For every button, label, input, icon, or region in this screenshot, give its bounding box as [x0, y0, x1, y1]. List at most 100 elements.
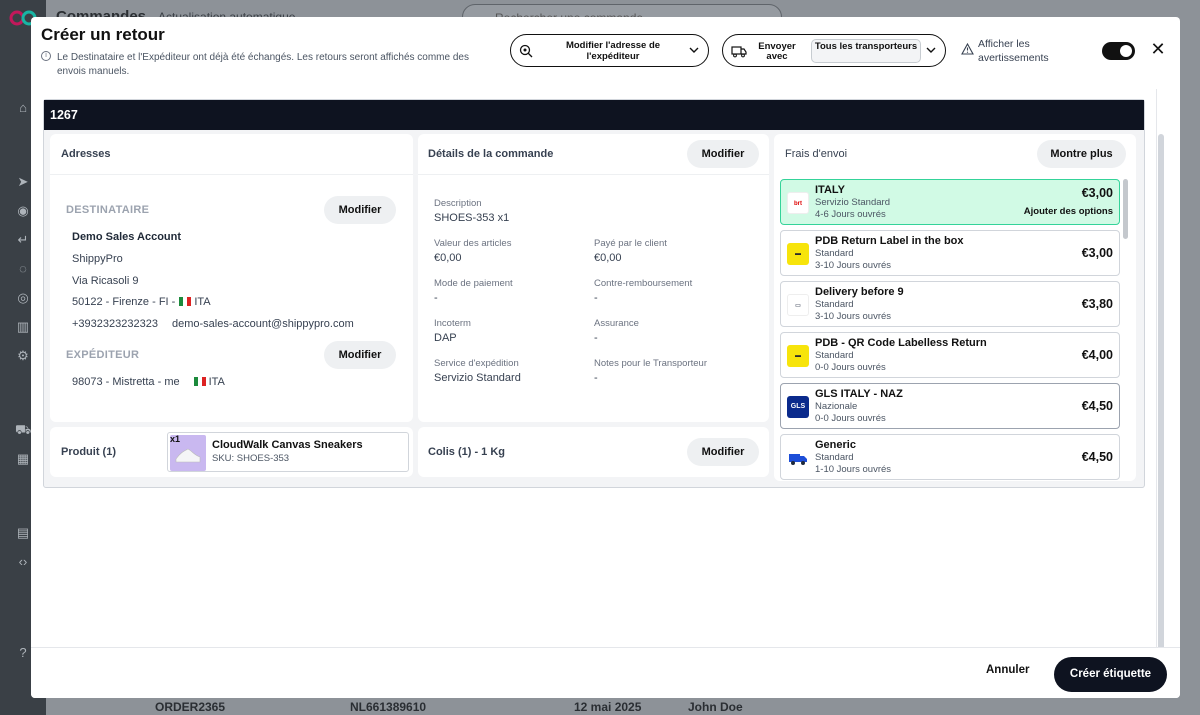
modify-address-label: Modifier l'adresse de l'expéditeur [565, 40, 661, 62]
carrier-days: 0-0 Jours ouvrés [815, 362, 886, 373]
carrier-name: GLS ITALY - NAZ [815, 388, 903, 400]
parcels-panel: Colis (1) - 1 Kg Modifier [418, 427, 769, 477]
carrier-service: Standard [815, 452, 854, 463]
carrier-service: Standard [815, 248, 854, 259]
code-icon[interactable]: ‹› [15, 554, 31, 570]
location-icon[interactable]: ◉ [15, 203, 31, 219]
info-text: Le Destinataire et l'Expéditeur ont déjà… [57, 52, 469, 77]
italy-flag-icon [179, 297, 192, 306]
modify-parcels-button[interactable]: Modifier [687, 438, 759, 466]
modal-content: 1267 Adresses DESTINATAIRE Modifier Demo… [31, 89, 1180, 654]
cod-value: - [594, 292, 598, 304]
gls-logo-icon: GLS [787, 396, 809, 418]
recipient-city: 50122 - Firenze - FI - [72, 296, 176, 308]
carrier-name: PDB Return Label in the box [815, 235, 964, 247]
carrier-price: €3,80 [1081, 297, 1113, 311]
modify-order-details-button[interactable]: Modifier [687, 140, 759, 168]
carrier-option[interactable]: brt ITALY Servizio Standard 4-6 Jours ou… [780, 179, 1120, 225]
create-return-modal: Créer un retour i Le Destinataire et l'E… [31, 17, 1180, 698]
bg-customer: John Doe [688, 700, 743, 714]
insurance-label: Assurance [594, 318, 639, 329]
carrier-option[interactable]: Generic Standard 1-10 Jours ouvrés €4,50 [780, 434, 1120, 480]
send-with-label: Envoyer avec [758, 41, 796, 62]
tracking-icon[interactable]: ◎ [15, 290, 31, 306]
location-pin-icon [519, 44, 533, 58]
sender-city: 98073 - Mistretta - me [72, 376, 180, 388]
help-icon[interactable]: ? [15, 645, 31, 661]
create-label-button[interactable]: Créer étiquette [1054, 657, 1167, 692]
carrier-select-value[interactable]: Tous les transporteurs [811, 39, 921, 63]
cancel-button[interactable]: Annuler [986, 664, 1029, 676]
recipient-street: Via Ricasoli 9 [72, 275, 139, 287]
sender-label: EXPÉDITEUR [66, 349, 140, 361]
return-icon[interactable]: ↵ [15, 232, 31, 248]
send-icon[interactable]: ➤ [15, 174, 31, 190]
paid-by-client-label: Payé par le client [594, 238, 667, 249]
carrier-days: 3-10 Jours ouvrés [815, 311, 892, 322]
show-warnings-label: Afficher les avertissements [978, 38, 1049, 64]
carrier-service: Nazionale [815, 401, 858, 412]
carrier-notes-label: Notes pour le Transporteur [594, 358, 708, 369]
addresses-header: Adresses [61, 148, 111, 160]
add-options-link[interactable]: Ajouter des options [1024, 206, 1113, 217]
send-with-dropdown[interactable]: Envoyer avec Tous les transporteurs [722, 34, 946, 67]
truck-logo-icon [787, 447, 809, 469]
payment-mode-label: Mode de paiement [434, 278, 513, 289]
items-value-label: Valeur des articles [434, 238, 512, 249]
carrier-days: 4-6 Jours ouvrés [815, 209, 886, 220]
truck-icon[interactable]: ⛟ [15, 422, 31, 438]
chevron-down-icon [689, 47, 699, 53]
poste-logo-icon: ▬ [787, 345, 809, 367]
close-icon[interactable]: ✕ [1150, 40, 1166, 58]
carrier-option[interactable]: GLS GLS ITALY - NAZ Nazionale 0-0 Jours … [780, 383, 1120, 429]
parcels-header: Colis (1) - 1 Kg [428, 446, 506, 458]
carrier-service: Standard [815, 350, 854, 361]
paid-by-client-value: €0,00 [594, 252, 622, 264]
scrollbar-thumb[interactable] [1158, 134, 1164, 654]
info-icon: i [41, 51, 51, 61]
home-icon[interactable]: ⌂ [15, 100, 31, 116]
show-warnings: Afficher les avertissements [959, 36, 1099, 66]
brt-logo-icon: brt [787, 192, 809, 214]
drop-icon[interactable]: ◌ [15, 261, 31, 277]
recipient-email: demo-sales-account@shippypro.com [172, 318, 354, 330]
bg-order-id: ORDER2365 [155, 700, 226, 714]
analytics-icon[interactable]: ▥ [15, 319, 31, 335]
modify-recipient-button[interactable]: Modifier [324, 196, 396, 224]
chevron-down-icon [926, 47, 936, 53]
show-more-button[interactable]: Montre plus [1037, 140, 1126, 168]
settings-icon[interactable]: ⚙ [15, 348, 31, 364]
italy-flag-icon [193, 377, 206, 386]
carrier-option[interactable]: ▭ Delivery before 9 Standard 3-10 Jours … [780, 281, 1120, 327]
carrier-days: 0-0 Jours ouvrés [815, 413, 886, 424]
carrier-option[interactable]: ▬ PDB Return Label in the box Standard 3… [780, 230, 1120, 276]
incoterm-value: DAP [434, 332, 457, 344]
product-card[interactable]: x1 CloudWalk Canvas Sneakers SKU: SHOES-… [167, 432, 409, 472]
sender-country: ITA [208, 376, 225, 388]
recipient-phone: +3932323232323 [72, 318, 158, 330]
modify-sender-address-dropdown[interactable]: Modifier l'adresse de l'expéditeur [510, 34, 709, 67]
apps-icon[interactable]: ▤ [15, 525, 31, 541]
carrier-service: Standard [815, 299, 854, 310]
store-icon[interactable]: ▦ [15, 451, 31, 467]
items-value: €0,00 [434, 252, 462, 264]
order-details-header: Détails de la commande [428, 148, 554, 160]
divider [50, 174, 413, 175]
carrier-option[interactable]: ▬ PDB - QR Code Labelless Return Standar… [780, 332, 1120, 378]
carrier-price: €3,00 [1081, 246, 1113, 260]
bg-date: 12 mai 2025 [574, 700, 642, 714]
rates-panel: Frais d'envoi Montre plus brt ITALY Serv… [774, 134, 1136, 481]
carrier-price: €3,00 [1081, 186, 1113, 200]
payment-mode-value: - [434, 292, 438, 304]
description-value: SHOES-353 x1 [434, 212, 510, 224]
description-label: Description [434, 198, 482, 209]
carrier-notes-value: - [594, 372, 598, 384]
product-panel: Produit (1) x1 CloudWalk Canvas Sneakers… [50, 427, 413, 477]
carrier-name: PDB - QR Code Labelless Return [815, 337, 987, 349]
modify-sender-button[interactable]: Modifier [324, 341, 396, 369]
show-warnings-toggle[interactable] [1102, 42, 1135, 60]
warning-icon [961, 43, 974, 55]
rates-scrollbar[interactable] [1123, 179, 1128, 239]
carrier-name: ITALY [815, 184, 845, 196]
sender-city-line: 98073 - Mistretta - me ITA [72, 376, 225, 388]
